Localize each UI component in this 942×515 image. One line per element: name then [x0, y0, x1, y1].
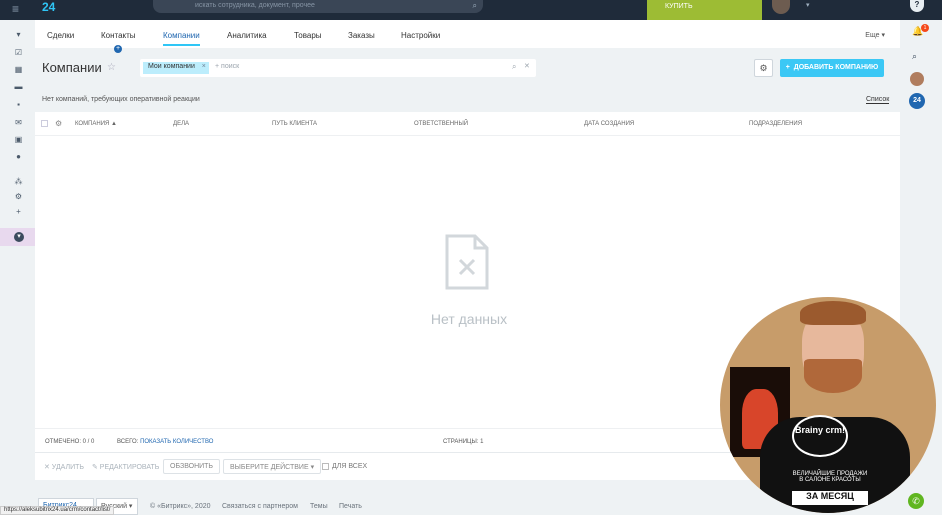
- sidebar-collapse[interactable]: ▾: [0, 228, 35, 246]
- tab-companies[interactable]: Компании: [163, 31, 200, 46]
- bitrix24-icon[interactable]: 24: [909, 93, 925, 109]
- presenter-beard: [804, 359, 862, 393]
- action-select[interactable]: ВЫБЕРИТЕ ДЕЙСТВИЕ ▾: [223, 459, 322, 474]
- clear-icon[interactable]: ✕: [524, 62, 530, 70]
- crm-nav: Сделки Контакты + Компании Аналитика Тов…: [35, 20, 900, 53]
- filter-tag-label: Мои компании: [148, 63, 195, 70]
- search-icon[interactable]: ⌕: [912, 51, 917, 62]
- selected-count: ОТМЕЧЕНО: 0 / 0: [45, 439, 95, 445]
- copyright-text: © «Битрикс», 2020: [150, 503, 211, 510]
- partners-link[interactable]: Связаться с партнером: [222, 503, 298, 510]
- mail-icon[interactable]: ✉: [14, 118, 23, 127]
- column-header[interactable]: ПУТЬ КЛИЕНТА: [272, 121, 317, 127]
- shirt-banner: ЗА МЕСЯЦ: [792, 491, 868, 505]
- for-all-label: ДЛЯ ВСЕХ: [332, 463, 368, 470]
- search-placeholder: искать сотрудника, документ, прочее: [195, 2, 315, 9]
- empty-state-text: Нет данных: [430, 311, 508, 327]
- column-header[interactable]: ОТВЕТСТВЕННЫЙ: [414, 121, 468, 127]
- user-avatar[interactable]: [772, 0, 790, 14]
- arrow-down-icon: ▾: [14, 232, 24, 242]
- tasks-icon[interactable]: ☑: [14, 48, 23, 57]
- show-count-link[interactable]: ПОКАЗАТЬ КОЛИЧЕСТВО: [140, 439, 213, 445]
- column-header[interactable]: КОМПАНИЯ ▲: [75, 121, 117, 127]
- edit-button[interactable]: ✎ РЕДАКТИРОВАТЬ: [92, 463, 159, 471]
- page-title: Компании: [42, 60, 102, 75]
- filter-search-placeholder: + поиск: [215, 63, 240, 70]
- structure-icon[interactable]: ⁂: [14, 177, 23, 186]
- shirt-logo: Brainy crm!: [792, 415, 848, 457]
- buy-label: КУПИТЬ: [665, 3, 693, 10]
- gear-icon[interactable]: ⚙: [754, 59, 773, 77]
- column-header[interactable]: ПОДРАЗДЕЛЕНИЯ: [749, 121, 802, 127]
- total-prefix: ВСЕГО:: [117, 439, 139, 445]
- empty-document-icon: [445, 234, 489, 290]
- call-button[interactable]: ОБЗВОНИТЬ: [163, 459, 221, 474]
- column-header[interactable]: ДЕЛА: [173, 121, 189, 127]
- help-icon[interactable]: ?: [910, 0, 924, 12]
- pages-info: СТРАНИЦЫ: 1: [443, 439, 484, 445]
- info-text: Нет компаний, требующих оперативной реак…: [42, 96, 200, 103]
- phone-icon[interactable]: ✆: [908, 493, 924, 509]
- more-menu[interactable]: Еще ▾: [865, 31, 885, 39]
- gear-icon[interactable]: ⚙: [55, 119, 62, 128]
- print-link[interactable]: Печать: [339, 503, 362, 510]
- column-header[interactable]: ДАТА СОЗДАНИЯ: [584, 121, 634, 127]
- drive-icon[interactable]: ▬: [14, 82, 23, 91]
- buy-button[interactable]: КУПИТЬ: [647, 0, 762, 20]
- top-header: ≡ 24 искать сотрудника, документ, прочее…: [0, 0, 942, 20]
- chat-icon[interactable]: ▪: [14, 100, 23, 109]
- search-icon: ⌕: [472, 1, 477, 10]
- left-sidebar: ▾ ☑ ▦ ▬ ▪ ✉ ▣ ● ⁂ ⚙ + ▾: [0, 20, 35, 515]
- notification-badge: 1: [921, 24, 929, 32]
- crm-icon[interactable]: ●: [14, 152, 23, 161]
- star-icon[interactable]: ☆: [107, 62, 116, 73]
- add-contact-icon[interactable]: +: [114, 45, 122, 53]
- settings-icon[interactable]: ⚙: [14, 192, 23, 201]
- tab-contacts[interactable]: Контакты: [101, 31, 136, 40]
- more-label: Еще: [865, 32, 880, 39]
- global-search-input[interactable]: искать сотрудника, документ, прочее ⌕: [153, 0, 483, 13]
- select-all-checkbox[interactable]: [41, 120, 48, 127]
- delete-button[interactable]: ✕ УДАЛИТЬ: [44, 463, 84, 471]
- menu-icon[interactable]: ≡: [12, 2, 19, 16]
- close-icon[interactable]: ×: [202, 63, 206, 70]
- contact-center-icon[interactable]: ▣: [14, 135, 23, 144]
- add-company-button[interactable]: + ДОБАВИТЬ КОМПАНИЮ: [780, 59, 884, 77]
- filter-search-input[interactable]: Мои компании × + поиск ⌕ ✕: [140, 59, 536, 77]
- add-company-label: ДОБАВИТЬ КОМПАНИЮ: [793, 64, 879, 71]
- filter-tag[interactable]: Мои компании ×: [143, 62, 209, 74]
- tab-settings[interactable]: Настройки: [401, 31, 440, 40]
- tab-analytics[interactable]: Аналитика: [227, 31, 267, 40]
- list-view-link[interactable]: Список: [866, 96, 890, 104]
- search-icon[interactable]: ⌕: [512, 62, 516, 72]
- filter-icon[interactable]: ▾: [14, 30, 23, 39]
- total-count: ВСЕГО: ПОКАЗАТЬ КОЛИЧЕСТВО: [117, 439, 213, 445]
- tab-products[interactable]: Товары: [294, 31, 322, 40]
- avatar[interactable]: [910, 72, 924, 86]
- action-select-label: ВЫБЕРИТЕ ДЕЙСТВИЕ: [230, 464, 309, 471]
- shirt-text: ВЕЛИЧАЙШИЕ ПРОДАЖИ В САЛОНЕ КРАСОТЫ: [792, 471, 868, 483]
- webcam-overlay: Brainy crm! ВЕЛИЧАЙШИЕ ПРОДАЖИ В САЛОНЕ …: [720, 297, 936, 513]
- presenter-hair: [800, 301, 866, 325]
- chevron-down-icon[interactable]: ▾: [806, 1, 810, 9]
- themes-link[interactable]: Темы: [310, 503, 328, 510]
- logo[interactable]: 24: [42, 0, 55, 14]
- plus-icon[interactable]: +: [14, 207, 23, 216]
- tab-orders[interactable]: Заказы: [348, 31, 375, 40]
- tab-deals[interactable]: Сделки: [47, 31, 74, 40]
- for-all-checkbox[interactable]: [322, 463, 329, 470]
- calendar-icon[interactable]: ▦: [14, 65, 23, 74]
- status-bar-url: https://aleksubitrix24.ua/crm/contact/li…: [0, 506, 115, 515]
- grid-header: ⚙ КОМПАНИЯ ▲ ДЕЛА ПУТЬ КЛИЕНТА ОТВЕТСТВЕ…: [35, 112, 900, 136]
- plus-icon: +: [785, 64, 790, 71]
